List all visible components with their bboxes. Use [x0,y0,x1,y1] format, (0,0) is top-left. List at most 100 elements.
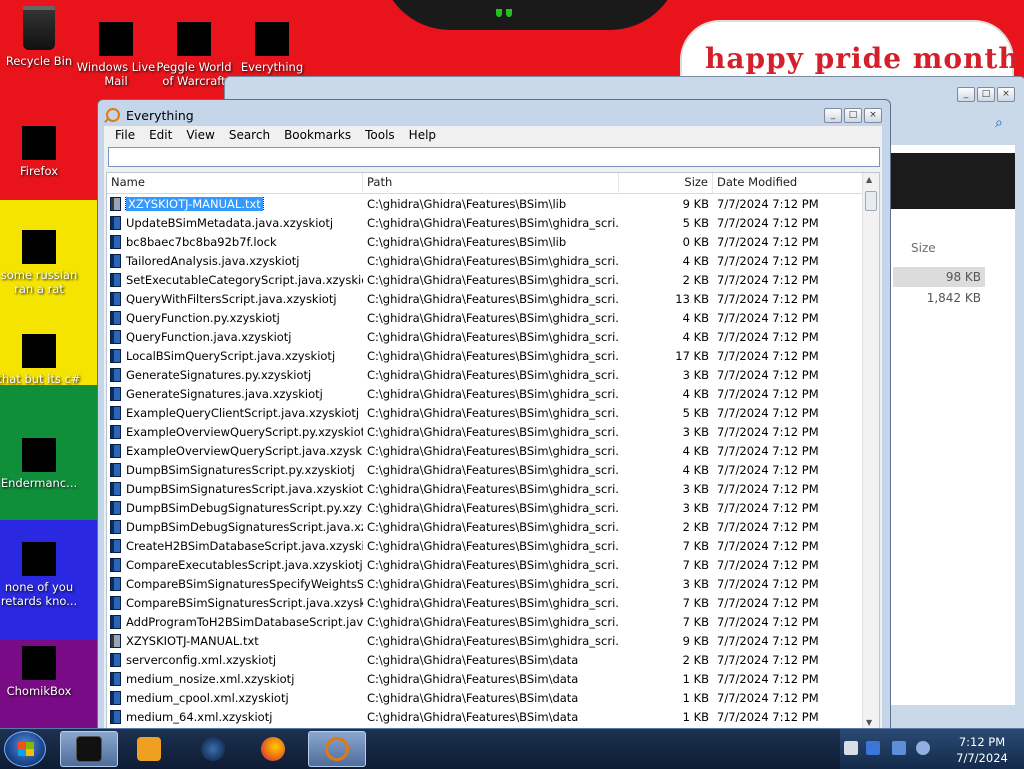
row-file-name: QueryFunction.java.xzyskiotj [126,329,292,344]
desktop-icon-label: Firefox [19,164,59,178]
taskbar-item-firefox[interactable] [244,731,302,767]
results-list[interactable]: Name Path Size Date Modified XZYSKIOTJ-M… [106,172,880,730]
column-header-date-modified[interactable]: Date Modified [713,173,865,193]
menu-file[interactable]: File [108,128,142,142]
file-icon [110,462,121,477]
menu-edit[interactable]: Edit [142,128,179,142]
table-row[interactable]: medium_cpool.xml.xzyskiotj C:\ghidra\Ghid… [107,688,879,707]
table-row[interactable]: XZYSKIOTJ-MANUAL.txt C:\ghidra\Ghidra\Fea… [107,631,879,650]
close-icon[interactable]: × [997,87,1015,102]
menu-help[interactable]: Help [402,128,443,142]
table-row[interactable]: medium_64.xml.xzyskiotj C:\ghidra\Ghidra\… [107,707,879,726]
search-input[interactable] [108,147,880,167]
globe-icon [201,737,225,761]
taskbar-item-media-player[interactable] [120,731,178,767]
table-row[interactable]: QueryFunction.py.xzyskiotj C:\ghidra\Ghid… [107,308,879,327]
row-file-name: DumpBSimSignaturesScript.py.xzyskiotj [126,462,355,477]
column-header-path[interactable]: Path [363,173,619,193]
table-row[interactable]: DumpBSimSignaturesScript.py.xzyskiotj C:\… [107,460,879,479]
scrollbar-thumb[interactable] [865,191,877,211]
taskbar-clock[interactable]: 7:12 PM 7/7/2024 [944,734,1020,766]
table-row[interactable]: TailoredAnalysis.java.xzyskiotj C:\ghidra… [107,251,879,270]
table-row[interactable]: XZYSKIOTJ-MANUAL.txt C:\ghidra\Ghidra\Fea… [107,194,879,213]
row-name-cell: CompareExecutablesScript.java.xzyskiotj [107,557,363,572]
size-value: 98 KB [893,267,985,287]
vertical-scrollbar[interactable]: ▲ ▼ [862,173,879,729]
desktop-icon-everything[interactable]: Everything [228,22,316,74]
table-row[interactable]: ExampleOverviewQueryScript.java.xzyskiot… [107,441,879,460]
table-row[interactable]: AddProgramToH2BSimDatabaseScript.jav... C… [107,612,879,631]
chomikbox-icon [22,646,56,680]
table-row[interactable]: QueryFunction.java.xzyskiotj C:\ghidra\Gh… [107,327,879,346]
start-button[interactable] [4,731,46,767]
table-row[interactable]: ExampleQueryClientScript.java.xzyskiotj C… [107,403,879,422]
row-file-name: medium_cpool.xml.xzyskiotj [126,690,289,705]
table-row[interactable]: LocalBSimQueryScript.java.xzyskiotj C:\gh… [107,346,879,365]
row-date-modified: 7/7/2024 7:12 PM [717,443,819,458]
row-date-modified: 7/7/2024 7:12 PM [717,576,819,591]
network-icon[interactable] [866,741,880,755]
table-row[interactable]: UpdateBSimMetadata.java.xzyskiotj C:\ghid… [107,213,879,232]
row-path: C:\ghidra\Ghidra\Features\BSim\ghidra_sc… [367,291,619,306]
desktop-icon-label: Recycle Bin [5,54,73,68]
row-size: 17 KB [675,348,709,363]
row-size: 3 KB [682,424,709,439]
volume-icon[interactable] [916,741,930,755]
row-file-name: QueryFunction.py.xzyskiotj [126,310,280,325]
size-column-header[interactable]: Size [911,241,936,255]
results-rows: XZYSKIOTJ-MANUAL.txt C:\ghidra\Ghidra\Fea… [107,194,879,726]
taskbar-item-everything[interactable] [308,731,366,767]
taskbar-item-globe[interactable] [184,731,242,767]
file-icon [110,709,121,724]
table-row[interactable]: DumpBSimSignaturesScript.java.xzyskiotj C… [107,479,879,498]
table-row[interactable]: medium_nosize.xml.xzyskiotj C:\ghidra\Ghi… [107,669,879,688]
file-icon [110,557,121,572]
table-row[interactable]: DumpBSimDebugSignaturesScript.java.xzy..… [107,517,879,536]
desktop-icon-csharp[interactable]: that but its c# [0,334,83,386]
menu-bookmarks[interactable]: Bookmarks [277,128,358,142]
table-row[interactable]: SetExecutableCategoryScript.java.xzyskio… [107,270,879,289]
table-row[interactable]: bc8baec7bc8ba92b7f.lock C:\ghidra\Ghidra\… [107,232,879,251]
table-row[interactable]: CompareBSimSignaturesScript.java.xzyskio… [107,593,879,612]
table-row[interactable]: DumpBSimDebugSignaturesScript.py.xzys...… [107,498,879,517]
row-date-modified: 7/7/2024 7:12 PM [717,519,819,534]
column-header-name[interactable]: Name [107,173,363,193]
scroll-down-icon[interactable]: ▼ [866,718,872,727]
table-row[interactable]: ExampleOverviewQueryScript.py.xzyskiotj C… [107,422,879,441]
table-row[interactable]: CompareBSimSignaturesSpecifyWeightsS... C… [107,574,879,593]
desktop-icon-endermanc[interactable]: Endermanc... [0,438,83,490]
show-hidden-icons-icon[interactable] [844,741,858,755]
row-date-modified: 7/7/2024 7:12 PM [717,272,819,287]
table-row[interactable]: CreateH2BSimDatabaseScript.java.xzyskiot… [107,536,879,555]
desktop-icon-russian-rat[interactable]: some russian ran a rat [0,230,83,296]
everything-window[interactable]: Everything _ □ × File Edit View Search Boo… [97,99,891,731]
search-icon[interactable]: ⌕ [995,115,1003,131]
maximize-icon[interactable]: □ [844,108,862,123]
close-icon[interactable]: × [864,108,882,123]
taskbar-item-explorer[interactable] [60,731,118,767]
desktop-icon-none-of-you[interactable]: none of you retards kno... [0,542,83,608]
table-row[interactable]: GenerateSignatures.java.xzyskiotj C:\ghid… [107,384,879,403]
maximize-icon[interactable]: □ [977,87,995,102]
table-row[interactable]: CompareExecutablesScript.java.xzyskiotj C… [107,555,879,574]
minimize-icon[interactable]: _ [957,87,975,102]
file-icon [110,538,121,553]
menu-view[interactable]: View [179,128,221,142]
desktop-icon-firefox[interactable]: Firefox [0,126,83,178]
row-date-modified: 7/7/2024 7:12 PM [717,386,819,401]
display-icon[interactable] [892,741,906,755]
scroll-up-icon[interactable]: ▲ [866,175,872,184]
desktop-icon-recycle-bin[interactable]: Recycle Bin [0,6,83,68]
table-row[interactable]: GenerateSignatures.py.xzyskiotj C:\ghidra… [107,365,879,384]
column-header-size[interactable]: Size [619,173,713,193]
desktop-icon-windows-live-mail[interactable]: Windows Live Mail [72,22,160,88]
menu-tools[interactable]: Tools [358,128,402,142]
row-path: C:\ghidra\Ghidra\Features\BSim\ghidra_sc… [367,633,619,648]
menu-search[interactable]: Search [222,128,277,142]
table-row[interactable]: serverconfig.xml.xzyskiotj C:\ghidra\Ghid… [107,650,879,669]
row-size: 0 KB [682,234,709,249]
desktop-icon-chomikbox[interactable]: ChomikBox [0,646,83,698]
table-row[interactable]: QueryWithFiltersScript.java.xzyskiotj C:\… [107,289,879,308]
minimize-icon[interactable]: _ [824,108,842,123]
clock-time: 7:12 PM [958,735,1006,749]
